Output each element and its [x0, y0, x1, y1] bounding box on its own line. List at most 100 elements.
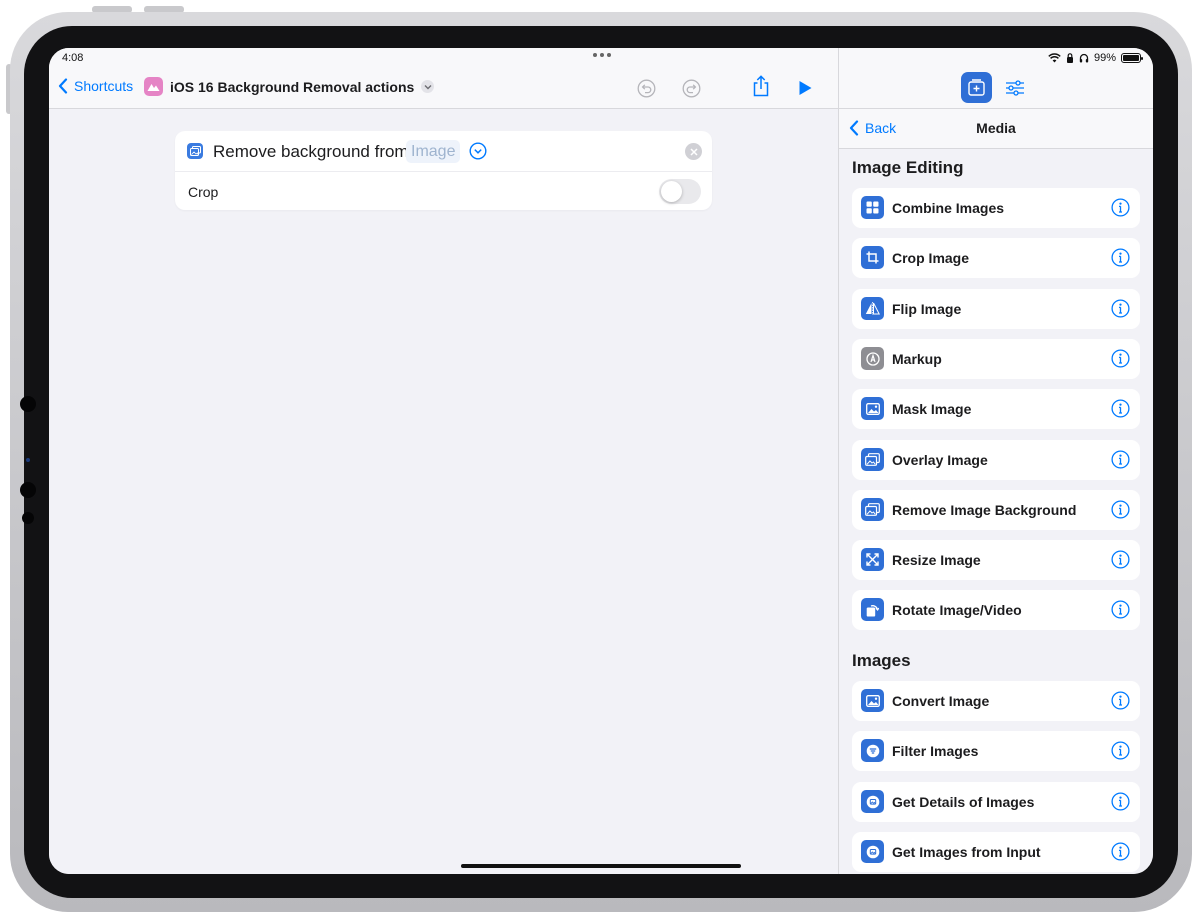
info-icon[interactable] [1111, 349, 1130, 368]
headphones-icon [1079, 53, 1089, 63]
multitasking-dots[interactable] [593, 53, 611, 57]
action-item-label: Rotate Image/Video [892, 602, 1022, 618]
wifi-icon [1048, 53, 1061, 63]
library-action-item[interactable]: Convert Image [852, 681, 1140, 721]
library-action-item[interactable]: Flip Image [852, 289, 1140, 329]
filter-icon [861, 739, 884, 762]
info-icon[interactable] [1111, 550, 1130, 569]
library-action-item[interactable]: Get Images from Input [852, 832, 1140, 872]
chevron-down-icon[interactable] [421, 80, 435, 93]
action-item-label: Get Details of Images [892, 794, 1035, 810]
undo-button[interactable] [635, 77, 657, 99]
battery-icon [1121, 53, 1143, 63]
remove-background-action-card[interactable]: Remove background from Image Crop [175, 131, 712, 210]
info-icon[interactable] [1111, 842, 1130, 861]
library-action-item[interactable]: Resize Image [852, 540, 1140, 580]
share-button[interactable] [750, 75, 772, 97]
expand-parameters-button[interactable] [469, 142, 487, 165]
screen: 4:08 99% Shortcuts iOS 16 Background Rem… [49, 48, 1153, 874]
action-text: Remove background from [213, 142, 409, 161]
library-action-item[interactable]: Get Details of Images [852, 782, 1140, 822]
action-item-label: Filter Images [892, 743, 979, 759]
library-action-item[interactable]: Rotate Image/Video [852, 590, 1140, 630]
action-item-label: Resize Image [892, 552, 981, 568]
action-item-label: Markup [892, 351, 942, 367]
info-icon[interactable] [1111, 741, 1130, 760]
run-button[interactable] [794, 77, 816, 99]
action-item-label: Convert Image [892, 693, 990, 709]
section-header: Images [852, 651, 911, 670]
library-action-item[interactable]: Filter Images [852, 731, 1140, 771]
chevron-left-icon [58, 78, 68, 94]
action-item-label: Overlay Image [892, 452, 988, 468]
details-icon [861, 790, 884, 813]
library-action-item[interactable]: Remove Image Background [852, 490, 1140, 530]
share-icon [753, 75, 769, 97]
action-library: Media Back Image Editing Combine Images Cr… [838, 48, 1153, 874]
info-icon[interactable] [1111, 792, 1130, 811]
markup-icon [861, 347, 884, 370]
rotate-icon [861, 598, 884, 621]
camera-icon [20, 396, 36, 412]
info-icon[interactable] [1111, 198, 1130, 217]
close-icon [689, 147, 698, 156]
image-parameter-token[interactable]: Image [406, 140, 461, 163]
action-item-label: Mask Image [892, 401, 972, 417]
shortcut-editor: Shortcuts iOS 16 Background Removal acti… [49, 48, 838, 874]
library-action-item[interactable]: Combine Images [852, 188, 1140, 228]
library-action-item[interactable]: Mask Image [852, 389, 1140, 429]
crop-toggle[interactable] [659, 179, 701, 204]
library-back-button[interactable]: Back [849, 120, 896, 136]
action-item-label: Remove Image Background [892, 502, 1077, 518]
photo-stack-icon [187, 143, 203, 159]
photo-stack-icon [861, 448, 884, 471]
library-back-label: Back [865, 120, 897, 136]
info-icon[interactable] [1111, 691, 1130, 710]
action-item-label: Crop Image [892, 250, 970, 266]
info-icon[interactable] [1111, 299, 1130, 318]
photo-icon [861, 397, 884, 420]
crop-option-label: Crop [188, 184, 219, 200]
library-action-item[interactable]: Crop Image [852, 238, 1140, 278]
info-icon[interactable] [1111, 600, 1130, 619]
action-library-tab[interactable] [961, 72, 992, 103]
shortcuts-back-button[interactable]: Shortcuts [58, 78, 133, 94]
action-item-label: Combine Images [892, 200, 1005, 216]
status-time: 4:08 [62, 52, 84, 64]
crop-icon [861, 246, 884, 269]
status-bar: 4:08 99% [49, 48, 1153, 68]
action-header-row: Remove background from Image [175, 131, 712, 172]
play-icon [799, 81, 812, 95]
flip-icon [861, 297, 884, 320]
remove-action-button[interactable] [685, 143, 702, 160]
sensor-dot [22, 512, 34, 524]
grid-icon [861, 196, 884, 219]
action-item-label: Flip Image [892, 301, 962, 317]
shortcut-title: iOS 16 Background Removal actions [170, 78, 415, 95]
library-action-item[interactable]: Markup [852, 339, 1140, 379]
back-label: Shortcuts [74, 78, 134, 94]
info-icon[interactable] [1111, 450, 1130, 469]
photo-stack-icon [861, 498, 884, 521]
action-item-label: Get Images from Input [892, 844, 1041, 860]
library-action-item[interactable]: Overlay Image [852, 440, 1140, 480]
undo-icon [637, 79, 655, 97]
info-icon[interactable] [1111, 248, 1130, 267]
sliders-icon [1005, 79, 1024, 96]
home-indicator[interactable] [461, 864, 741, 868]
battery-percent: 99% [1093, 52, 1116, 64]
library-navigation-bar: Media Back [839, 109, 1153, 149]
info-icon[interactable] [1111, 399, 1130, 418]
details-icon [861, 840, 884, 863]
shortcut-title-menu[interactable]: iOS 16 Background Removal actions [144, 77, 435, 96]
status-indicators: 99% [1048, 52, 1143, 64]
add-action-icon [968, 79, 985, 96]
redo-icon [682, 79, 700, 97]
details-tab[interactable] [999, 72, 1030, 103]
resize-icon [861, 548, 884, 571]
section-header: Image Editing [852, 158, 964, 177]
info-icon[interactable] [1111, 500, 1130, 519]
redo-button[interactable] [680, 77, 702, 99]
mountains-icon [144, 77, 163, 96]
sensor-dot [26, 458, 30, 462]
